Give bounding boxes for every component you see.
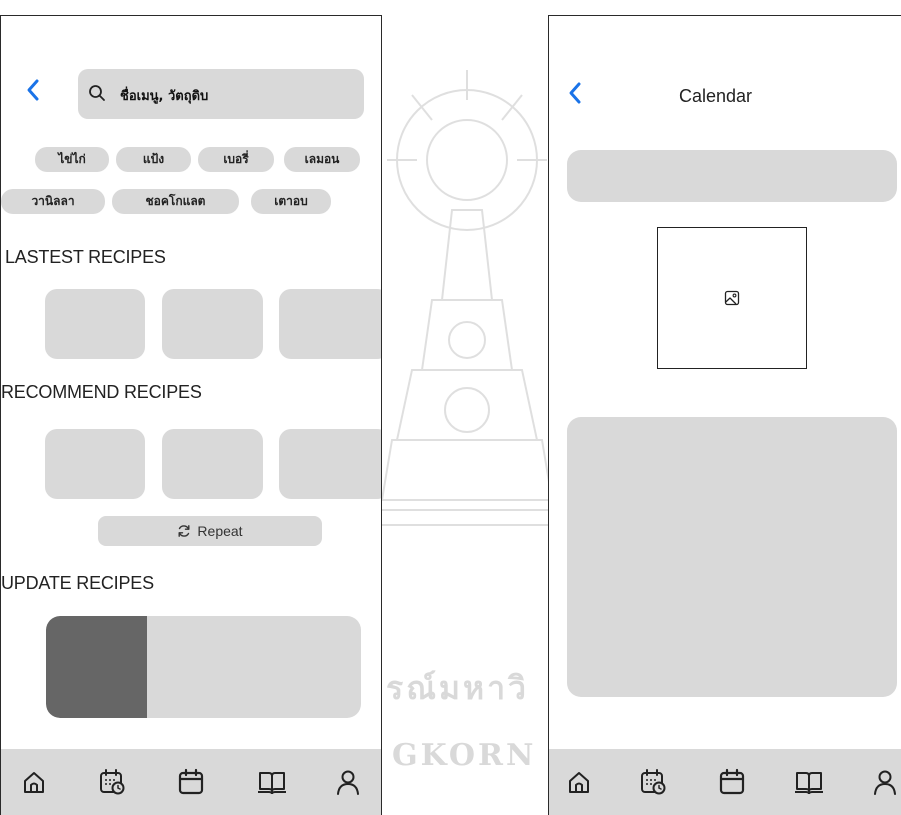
user-icon <box>874 770 896 795</box>
nav-calendar-clock[interactable] <box>636 765 670 799</box>
repeat-label: Repeat <box>197 523 243 539</box>
recommend-recipes-title: RECOMMEND RECIPES <box>1 382 202 402</box>
ingredient-chip[interactable]: ไข่ไก่ <box>35 147 109 172</box>
calendar-screen: Calendar <box>548 15 901 815</box>
recipe-card[interactable] <box>162 429 263 499</box>
nav-profile[interactable] <box>868 765 901 799</box>
ingredient-chip[interactable]: เตาอบ <box>251 189 331 214</box>
ingredient-chip[interactable]: ชอคโกแลต <box>112 189 239 214</box>
home-icon <box>569 772 589 793</box>
recipe-card[interactable] <box>279 289 381 359</box>
ingredient-chip[interactable]: วานิลลา <box>1 189 105 214</box>
refresh-icon <box>178 525 190 537</box>
calendar-content-panel[interactable] <box>567 417 897 697</box>
calendar-clock-icon <box>641 769 666 795</box>
back-button[interactable] <box>25 78 41 102</box>
update-recipes-title: UPDATE RECIPES <box>1 573 154 593</box>
user-icon <box>337 770 359 795</box>
nav-calendar[interactable] <box>174 765 208 799</box>
search-input[interactable]: ชื่อเมนู, วัตถุดิบ <box>78 69 364 119</box>
recipe-card[interactable] <box>45 429 145 499</box>
nav-home[interactable] <box>562 765 596 799</box>
recipe-card[interactable] <box>45 289 145 359</box>
calendar-clock-icon <box>100 769 125 795</box>
recipe-card[interactable] <box>279 429 381 499</box>
image-icon <box>724 290 740 306</box>
image-placeholder <box>657 227 807 369</box>
home-screen: ชื่อเมนู, วัตถุดิบ ไข่ไก่ แป้ง เบอรี่ เล… <box>0 15 382 815</box>
repeat-button[interactable]: Repeat <box>98 516 322 546</box>
recipe-card[interactable] <box>162 289 263 359</box>
search-placeholder: ชื่อเมนู, วัตถุดิบ <box>120 89 209 104</box>
back-button[interactable] <box>567 81 583 105</box>
ingredient-chip[interactable]: เลมอน <box>284 147 360 172</box>
update-recipe-card[interactable] <box>46 616 361 718</box>
nav-calendar[interactable] <box>715 765 749 799</box>
bottom-navbar <box>549 749 901 815</box>
book-open-icon <box>795 772 823 795</box>
nav-profile[interactable] <box>331 765 365 799</box>
ingredient-chip[interactable]: แป้ง <box>116 147 191 172</box>
search-icon <box>89 85 105 101</box>
nav-calendar-clock[interactable] <box>95 765 129 799</box>
nav-home[interactable] <box>17 765 51 799</box>
book-open-icon <box>258 772 286 795</box>
latest-recipes-title: LASTEST RECIPES <box>5 247 166 267</box>
page-title: Calendar <box>679 86 753 106</box>
home-icon <box>24 772 44 793</box>
nav-recipe-book[interactable] <box>792 765 826 799</box>
update-progress-fill <box>46 616 147 718</box>
nav-recipe-book[interactable] <box>255 765 289 799</box>
ingredient-chip[interactable]: เบอรี่ <box>198 147 274 172</box>
calendar-icon <box>178 768 204 795</box>
bottom-navbar <box>1 749 381 815</box>
university-seal-watermark <box>380 70 554 526</box>
chevron-left-icon <box>27 79 39 101</box>
calendar-icon <box>719 768 745 795</box>
date-bar[interactable] <box>567 150 897 202</box>
chevron-left-icon <box>569 82 581 104</box>
watermark-thai-text: รณ์มหาวิ <box>386 669 529 707</box>
